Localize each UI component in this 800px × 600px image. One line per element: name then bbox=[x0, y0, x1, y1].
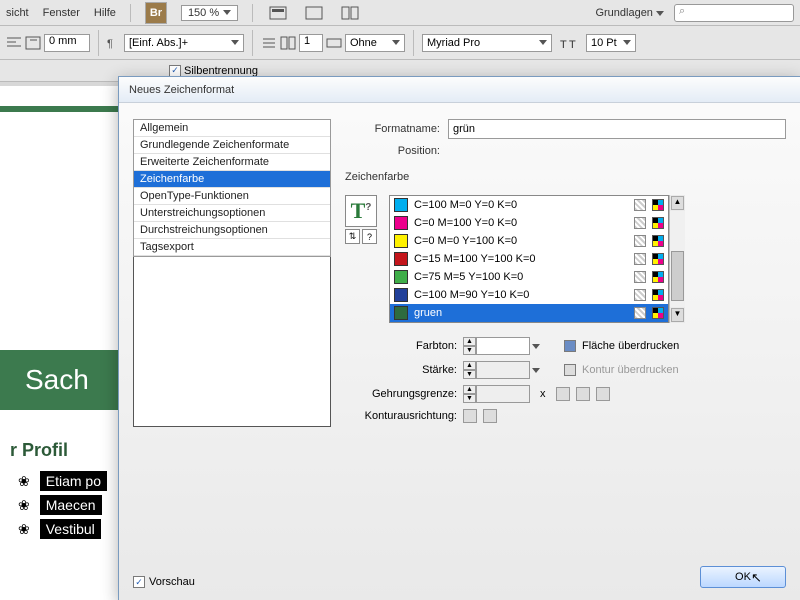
workspace-combo[interactable]: Grundlagen bbox=[595, 7, 664, 19]
miter-x: x bbox=[540, 388, 546, 400]
swatch-row[interactable]: C=0 M=100 Y=0 K=0 bbox=[390, 214, 668, 232]
new-character-style-dialog: Neues Zeichenformat AllgemeinGrundlegend… bbox=[118, 76, 800, 600]
swatch-row[interactable]: gruen bbox=[390, 304, 668, 322]
ok-button[interactable]: OK ↖ bbox=[700, 566, 786, 588]
view-mode-icon[interactable] bbox=[267, 2, 289, 24]
swatch-row[interactable]: C=100 M=90 Y=10 K=0 bbox=[390, 286, 668, 304]
scroll-thumb[interactable] bbox=[671, 251, 684, 301]
svg-text:¶: ¶ bbox=[107, 38, 113, 50]
paragraph-style-combo[interactable]: [Einf. Abs.]+ bbox=[124, 34, 244, 52]
category-item[interactable]: Allgemein bbox=[134, 120, 330, 137]
swatch-row[interactable]: C=75 M=5 Y=100 K=0 bbox=[390, 268, 668, 286]
bullet-icon: ❀ bbox=[18, 521, 30, 538]
category-item[interactable]: Tagsexport bbox=[134, 239, 330, 256]
align-stroke-label: Konturausrichtung: bbox=[345, 410, 457, 422]
weight-spinner[interactable]: ▲▼ bbox=[463, 361, 540, 379]
hyphenation-checkbox[interactable]: Silbentrennung bbox=[169, 65, 258, 77]
doc-bullet-1: Etiam po bbox=[40, 471, 107, 491]
overprint-stroke-checkbox bbox=[564, 364, 576, 376]
category-item[interactable]: OpenType-Funktionen bbox=[134, 188, 330, 205]
swatch-row[interactable]: C=15 M=100 Y=100 K=0 bbox=[390, 250, 668, 268]
preview-box bbox=[133, 257, 331, 427]
overprint-fill-label: Fläche überdrucken bbox=[582, 340, 679, 352]
separator bbox=[413, 30, 414, 56]
section-title: Zeichenfarbe bbox=[345, 171, 786, 183]
menu-fenster[interactable]: Fenster bbox=[43, 7, 80, 19]
category-item[interactable]: Zeichenfarbe bbox=[134, 171, 330, 188]
bullet-icon: ❀ bbox=[18, 497, 30, 514]
svg-text:T: T bbox=[569, 39, 576, 51]
category-list[interactable]: AllgemeinGrundlegende ZeichenformateErwe… bbox=[133, 119, 331, 257]
preview-checkbox[interactable]: Vorschau bbox=[133, 566, 331, 588]
category-item[interactable]: Unterstreichungsoptionen bbox=[134, 205, 330, 222]
overprint-stroke-label: Kontur überdrucken bbox=[582, 364, 679, 376]
screen-mode-icon[interactable] bbox=[303, 2, 325, 24]
align-stroke-center-icon[interactable] bbox=[463, 409, 477, 423]
zoom-combo[interactable]: 150 % bbox=[181, 5, 238, 21]
separator bbox=[130, 4, 131, 22]
formatname-label: Formatname: bbox=[345, 123, 440, 135]
scroll-up-icon[interactable]: ▲ bbox=[671, 196, 684, 210]
formatname-input[interactable] bbox=[448, 119, 786, 139]
doc-bullet-2: Maecen bbox=[40, 495, 102, 515]
doc-bullet-3: Vestibul bbox=[40, 519, 101, 539]
font-combo[interactable]: Myriad Pro bbox=[422, 34, 552, 52]
dialog-title: Neues Zeichenformat bbox=[119, 77, 800, 103]
swatch-row[interactable]: C=100 M=0 Y=0 K=0 bbox=[390, 196, 668, 214]
menu-sicht[interactable]: sicht bbox=[6, 7, 29, 19]
join-miter-icon[interactable] bbox=[556, 387, 570, 401]
search-icon: ⌕ bbox=[679, 5, 685, 17]
indent-icon[interactable] bbox=[25, 36, 41, 50]
swap-icon[interactable]: ⇅ bbox=[345, 229, 360, 244]
join-bevel-icon[interactable] bbox=[596, 387, 610, 401]
fill-stroke-proxy[interactable]: T? ⇅? bbox=[345, 195, 383, 244]
category-item[interactable]: Grundlegende Zeichenformate bbox=[134, 137, 330, 154]
scroll-down-icon[interactable]: ▼ bbox=[671, 308, 684, 322]
separator bbox=[98, 30, 99, 56]
font-size-combo[interactable]: 10 Pt bbox=[586, 34, 636, 52]
indent-field[interactable]: 0 mm bbox=[44, 34, 90, 52]
tint-spinner[interactable]: ▲▼ bbox=[463, 337, 540, 355]
list-icon[interactable] bbox=[261, 36, 277, 50]
help-search[interactable]: ⌕ bbox=[674, 4, 794, 22]
miter-label: Gehrungsgrenze: bbox=[345, 388, 457, 400]
weight-label: Stärke: bbox=[345, 364, 457, 376]
columns-icon[interactable] bbox=[280, 36, 296, 50]
position-label: Position: bbox=[345, 145, 440, 157]
align-stroke-inside-icon[interactable] bbox=[483, 409, 497, 423]
span-combo[interactable]: Ohne bbox=[345, 34, 405, 52]
category-item[interactable]: Erweiterte Zeichenformate bbox=[134, 154, 330, 171]
svg-text:T: T bbox=[560, 39, 567, 51]
align-left-icon[interactable] bbox=[6, 36, 22, 50]
category-item[interactable]: Durchstreichungsoptionen bbox=[134, 222, 330, 239]
cursor-icon: ↖ bbox=[751, 570, 762, 586]
scrollbar[interactable]: ▲ ▼ bbox=[669, 195, 685, 323]
swatch-list[interactable]: C=100 M=0 Y=0 K=0C=0 M=100 Y=0 K=0C=0 M=… bbox=[389, 195, 669, 323]
tint-label: Farbton: bbox=[345, 340, 457, 352]
bridge-icon[interactable]: Br bbox=[145, 2, 167, 24]
miter-spinner[interactable]: ▲▼ bbox=[463, 385, 530, 403]
span-icon[interactable] bbox=[326, 36, 342, 50]
font-size-icon: TT bbox=[560, 35, 578, 51]
default-icon[interactable]: ? bbox=[362, 229, 377, 244]
arrange-icon[interactable] bbox=[339, 2, 361, 24]
overprint-fill-checkbox[interactable] bbox=[564, 340, 576, 352]
separator bbox=[252, 30, 253, 56]
zoom-value: 150 % bbox=[188, 7, 219, 19]
bullet-icon: ❀ bbox=[18, 473, 30, 490]
menu-hilfe[interactable]: Hilfe bbox=[94, 7, 116, 19]
join-round-icon[interactable] bbox=[576, 387, 590, 401]
columns-field[interactable]: 1 bbox=[299, 34, 323, 52]
separator bbox=[252, 4, 253, 22]
swatch-row[interactable]: C=0 M=0 Y=100 K=0 bbox=[390, 232, 668, 250]
para-icon[interactable]: ¶ bbox=[107, 36, 121, 50]
